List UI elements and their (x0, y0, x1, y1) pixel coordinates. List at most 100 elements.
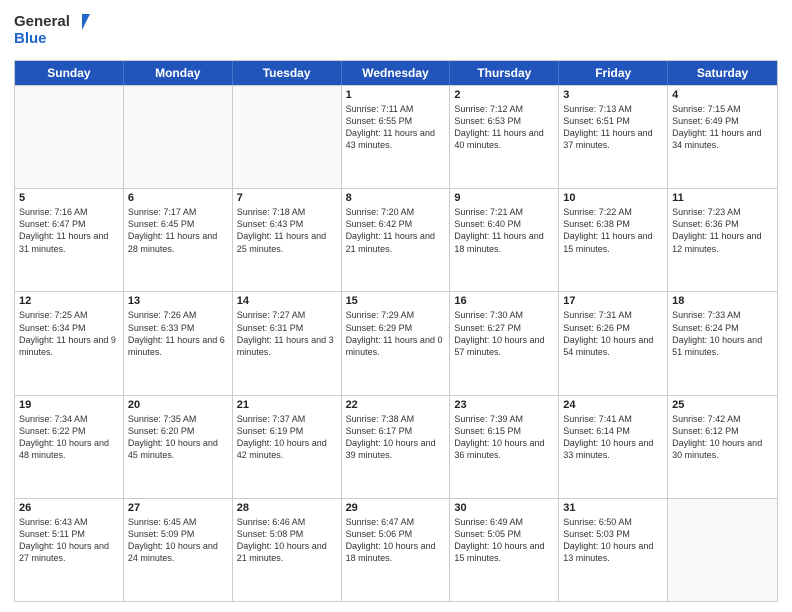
day-number: 19 (19, 399, 119, 411)
day-number: 16 (454, 295, 554, 307)
cell-info: Sunrise: 6:45 AMSunset: 5:09 PMDaylight:… (128, 516, 228, 565)
calendar-week-4: 19 Sunrise: 7:34 AMSunset: 6:22 PMDayligh… (15, 395, 777, 498)
calendar-cell: 25 Sunrise: 7:42 AMSunset: 6:12 PMDayligh… (668, 396, 777, 498)
header-day-wednesday: Wednesday (342, 61, 451, 85)
calendar-cell: 31 Sunrise: 6:50 AMSunset: 5:03 PMDayligh… (559, 499, 668, 601)
cell-info: Sunrise: 7:12 AMSunset: 6:53 PMDaylight:… (454, 103, 554, 152)
calendar-week-2: 5 Sunrise: 7:16 AMSunset: 6:47 PMDaylight… (15, 188, 777, 291)
cell-info: Sunrise: 7:38 AMSunset: 6:17 PMDaylight:… (346, 413, 446, 462)
day-number: 13 (128, 295, 228, 307)
day-number: 14 (237, 295, 337, 307)
calendar-cell: 15Sunrise: 7:29 AMSunset: 6:29 PMDayligh… (342, 292, 451, 394)
day-number: 24 (563, 399, 663, 411)
header-day-thursday: Thursday (450, 61, 559, 85)
day-number: 22 (346, 399, 446, 411)
cell-info: Sunrise: 7:18 AMSunset: 6:43 PMDaylight:… (237, 206, 337, 255)
cell-info: Sunrise: 7:25 AMSunset: 6:34 PMDaylight:… (19, 309, 119, 358)
cell-info: Sunrise: 7:15 AMSunset: 6:49 PMDaylight:… (672, 103, 773, 152)
calendar-cell: 3Sunrise: 7:13 AMSunset: 6:51 PMDaylight… (559, 86, 668, 188)
calendar-cell: 19 Sunrise: 7:34 AMSunset: 6:22 PMDayligh… (15, 396, 124, 498)
day-number: 2 (454, 89, 554, 101)
calendar-cell: 7Sunrise: 7:18 AMSunset: 6:43 PMDaylight… (233, 189, 342, 291)
header-day-tuesday: Tuesday (233, 61, 342, 85)
calendar-cell: 5 Sunrise: 7:16 AMSunset: 6:47 PMDaylight… (15, 189, 124, 291)
header-day-friday: Friday (559, 61, 668, 85)
cell-info: Sunrise: 7:26 AMSunset: 6:33 PMDaylight:… (128, 309, 228, 358)
calendar-cell: 27 Sunrise: 6:45 AMSunset: 5:09 PMDayligh… (124, 499, 233, 601)
cell-info: Sunrise: 7:34 AMSunset: 6:22 PMDaylight:… (19, 413, 119, 462)
day-number: 1 (346, 89, 446, 101)
calendar-cell: 13 Sunrise: 7:26 AMSunset: 6:33 PMDayligh… (124, 292, 233, 394)
calendar-header-row: SundayMondayTuesdayWednesdayThursdayFrid… (15, 61, 777, 85)
cell-info: Sunrise: 7:23 AMSunset: 6:36 PMDaylight:… (672, 206, 773, 255)
calendar-cell: 22 Sunrise: 7:38 AMSunset: 6:17 PMDayligh… (342, 396, 451, 498)
cell-info: Sunrise: 7:41 AMSunset: 6:14 PMDaylight:… (563, 413, 663, 462)
cell-info: Sunrise: 6:47 AMSunset: 5:06 PMDaylight:… (346, 516, 446, 565)
calendar-cell: 26 Sunrise: 6:43 AMSunset: 5:11 PMDayligh… (15, 499, 124, 601)
calendar-cell: 21 Sunrise: 7:37 AMSunset: 6:19 PMDayligh… (233, 396, 342, 498)
day-number: 8 (346, 192, 446, 204)
cell-info: Sunrise: 7:39 AMSunset: 6:15 PMDaylight:… (454, 413, 554, 462)
calendar: SundayMondayTuesdayWednesdayThursdayFrid… (14, 60, 778, 602)
calendar-cell (233, 86, 342, 188)
calendar-cell: 12 Sunrise: 7:25 AMSunset: 6:34 PMDayligh… (15, 292, 124, 394)
cell-info: Sunrise: 7:29 AMSunset: 6:29 PMDaylight:… (346, 309, 446, 358)
day-number: 30 (454, 502, 554, 514)
calendar-week-3: 12 Sunrise: 7:25 AMSunset: 6:34 PMDayligh… (15, 291, 777, 394)
header: General Blue (14, 10, 778, 52)
day-number: 6 (128, 192, 228, 204)
day-number: 27 (128, 502, 228, 514)
svg-text:Blue: Blue (14, 30, 47, 47)
day-number: 18 (672, 295, 773, 307)
calendar-cell: 23 Sunrise: 7:39 AMSunset: 6:15 PMDayligh… (450, 396, 559, 498)
day-number: 29 (346, 502, 446, 514)
day-number: 3 (563, 89, 663, 101)
day-number: 20 (128, 399, 228, 411)
calendar-cell: 2 Sunrise: 7:12 AMSunset: 6:53 PMDaylight… (450, 86, 559, 188)
calendar-cell: 18 Sunrise: 7:33 AMSunset: 6:24 PMDayligh… (668, 292, 777, 394)
cell-info: Sunrise: 6:43 AMSunset: 5:11 PMDaylight:… (19, 516, 119, 565)
calendar-cell: 30 Sunrise: 6:49 AMSunset: 5:05 PMDayligh… (450, 499, 559, 601)
day-number: 31 (563, 502, 663, 514)
page: General Blue SundayMondayTuesdayWednesda… (0, 0, 792, 612)
svg-text:General: General (14, 13, 70, 30)
calendar-cell: 10 Sunrise: 7:22 AMSunset: 6:38 PMDayligh… (559, 189, 668, 291)
cell-info: Sunrise: 6:50 AMSunset: 5:03 PMDaylight:… (563, 516, 663, 565)
day-number: 4 (672, 89, 773, 101)
calendar-cell: 17 Sunrise: 7:31 AMSunset: 6:26 PMDayligh… (559, 292, 668, 394)
logo-svg: General Blue (14, 10, 94, 52)
day-number: 23 (454, 399, 554, 411)
day-number: 25 (672, 399, 773, 411)
cell-info: Sunrise: 7:21 AMSunset: 6:40 PMDaylight:… (454, 206, 554, 255)
day-number: 10 (563, 192, 663, 204)
cell-info: Sunrise: 7:30 AMSunset: 6:27 PMDaylight:… (454, 309, 554, 358)
cell-info: Sunrise: 7:20 AMSunset: 6:42 PMDaylight:… (346, 206, 446, 255)
calendar-cell: 4 Sunrise: 7:15 AMSunset: 6:49 PMDaylight… (668, 86, 777, 188)
cell-info: Sunrise: 7:31 AMSunset: 6:26 PMDaylight:… (563, 309, 663, 358)
header-day-saturday: Saturday (668, 61, 777, 85)
calendar-week-5: 26 Sunrise: 6:43 AMSunset: 5:11 PMDayligh… (15, 498, 777, 601)
cell-info: Sunrise: 7:16 AMSunset: 6:47 PMDaylight:… (19, 206, 119, 255)
calendar-cell: 1Sunrise: 7:11 AMSunset: 6:55 PMDaylight… (342, 86, 451, 188)
day-number: 11 (672, 192, 773, 204)
cell-info: Sunrise: 7:42 AMSunset: 6:12 PMDaylight:… (672, 413, 773, 462)
day-number: 26 (19, 502, 119, 514)
calendar-body: 1Sunrise: 7:11 AMSunset: 6:55 PMDaylight… (15, 85, 777, 601)
day-number: 5 (19, 192, 119, 204)
calendar-cell: 29 Sunrise: 6:47 AMSunset: 5:06 PMDayligh… (342, 499, 451, 601)
cell-info: Sunrise: 7:33 AMSunset: 6:24 PMDaylight:… (672, 309, 773, 358)
day-number: 12 (19, 295, 119, 307)
cell-info: Sunrise: 7:17 AMSunset: 6:45 PMDaylight:… (128, 206, 228, 255)
calendar-cell: 8 Sunrise: 7:20 AMSunset: 6:42 PMDaylight… (342, 189, 451, 291)
cell-info: Sunrise: 6:46 AMSunset: 5:08 PMDaylight:… (237, 516, 337, 565)
day-number: 21 (237, 399, 337, 411)
cell-info: Sunrise: 7:22 AMSunset: 6:38 PMDaylight:… (563, 206, 663, 255)
calendar-cell: 28Sunrise: 6:46 AMSunset: 5:08 PMDayligh… (233, 499, 342, 601)
cell-info: Sunrise: 7:37 AMSunset: 6:19 PMDaylight:… (237, 413, 337, 462)
header-day-monday: Monday (124, 61, 233, 85)
cell-info: Sunrise: 6:49 AMSunset: 5:05 PMDaylight:… (454, 516, 554, 565)
calendar-cell (15, 86, 124, 188)
calendar-cell (668, 499, 777, 601)
calendar-cell: 9Sunrise: 7:21 AMSunset: 6:40 PMDaylight… (450, 189, 559, 291)
day-number: 17 (563, 295, 663, 307)
